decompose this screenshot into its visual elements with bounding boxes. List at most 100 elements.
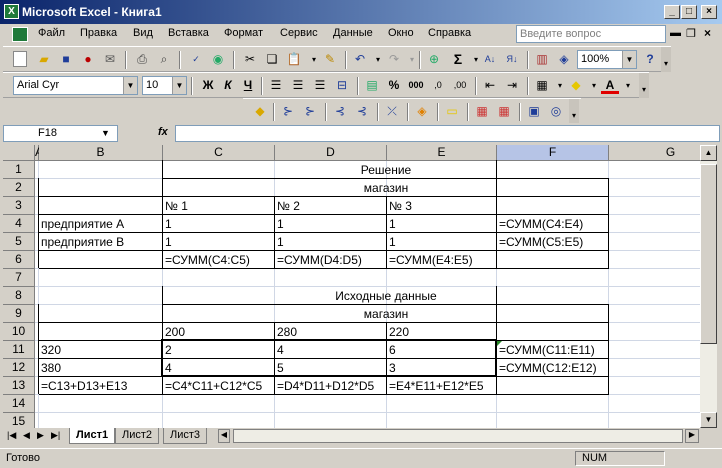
- menu-view[interactable]: Вид: [133, 27, 153, 39]
- row-header-3[interactable]: 3: [3, 197, 35, 215]
- row-header-8[interactable]: 8: [3, 287, 35, 305]
- row-header-15[interactable]: 15: [3, 413, 35, 428]
- menu-help[interactable]: Справка: [428, 27, 471, 39]
- decrease-decimal-icon[interactable]: ,00: [451, 77, 469, 94]
- cell-e5[interactable]: 1: [387, 233, 497, 251]
- row-header-10[interactable]: 10: [3, 323, 35, 341]
- cell-e6[interactable]: =СУММ(E4:E5): [387, 251, 497, 269]
- cell-e13[interactable]: =E4*E11+E12*E5: [387, 377, 497, 395]
- font-name-dropdown-icon[interactable]: ▼: [123, 77, 137, 94]
- open-icon[interactable]: ▰: [35, 51, 53, 68]
- remove-precedent-arrows-icon[interactable]: ⊱: [301, 103, 319, 120]
- currency-icon[interactable]: ▤: [363, 77, 381, 94]
- cut-icon[interactable]: ✂: [241, 51, 259, 68]
- cell-e4[interactable]: 1: [387, 215, 497, 233]
- scroll-thumb[interactable]: [700, 164, 717, 344]
- horizontal-scrollbar[interactable]: [233, 429, 683, 443]
- circle-invalid-data-icon[interactable]: ▦: [473, 103, 491, 120]
- cell-c4[interactable]: 1: [163, 215, 275, 233]
- font-color-icon[interactable]: A: [601, 77, 619, 94]
- cell-c1[interactable]: Решение: [163, 161, 609, 179]
- trace-dependents-icon[interactable]: ⊰: [331, 103, 349, 120]
- column-header-f[interactable]: F: [497, 145, 609, 161]
- row-header-1[interactable]: 1: [3, 161, 35, 179]
- increase-decimal-icon[interactable]: ,0: [429, 77, 447, 94]
- cell-d3[interactable]: № 2: [275, 197, 387, 215]
- doc-close-icon[interactable]: ×: [704, 26, 711, 40]
- cell-d13[interactable]: =D4*D11+D12*D5: [275, 377, 387, 395]
- font-size-select[interactable]: 10 ▼: [142, 76, 187, 95]
- new-comment-icon[interactable]: ▭: [443, 103, 461, 120]
- zoom-select[interactable]: 100% ▼: [577, 50, 637, 69]
- column-header-b[interactable]: B: [39, 145, 163, 161]
- font-name-select[interactable]: Arial Cyr ▼: [13, 76, 138, 95]
- evaluate-formula-icon[interactable]: ◎: [547, 103, 565, 120]
- cell-c2[interactable]: магазин: [163, 179, 609, 197]
- chart-wizard-icon[interactable]: ▥: [533, 51, 551, 68]
- cell-c11[interactable]: 2: [163, 341, 275, 359]
- paste-icon[interactable]: 📋: [285, 51, 303, 68]
- error-checking-icon[interactable]: ◆: [251, 103, 269, 120]
- cell-f5[interactable]: =СУММ(C5:E5): [497, 233, 609, 251]
- cell-d12[interactable]: 5: [275, 359, 387, 377]
- sheet-tab-2[interactable]: Лист2: [115, 428, 160, 444]
- row-header-11[interactable]: 11: [3, 341, 35, 359]
- cell-c12[interactable]: 4: [163, 359, 275, 377]
- select-all-corner[interactable]: [3, 145, 35, 161]
- help-icon[interactable]: ?: [641, 51, 659, 68]
- cell-c5[interactable]: 1: [163, 233, 275, 251]
- toolbar-options-icon[interactable]: ▾: [639, 73, 649, 98]
- cell-f11[interactable]: =СУММ(C11:E11): [497, 341, 609, 359]
- menu-file[interactable]: Файл: [38, 27, 65, 39]
- row-header-13[interactable]: 13: [3, 377, 35, 395]
- undo-icon[interactable]: ↶: [351, 51, 369, 68]
- cell-b12[interactable]: 380: [39, 359, 163, 377]
- first-sheet-icon[interactable]: |◀: [7, 430, 16, 441]
- maximize-button[interactable]: □: [681, 5, 697, 19]
- row-header-5[interactable]: 5: [3, 233, 35, 251]
- row-header-14[interactable]: 14: [3, 395, 35, 413]
- toolbar-options-icon[interactable]: ▾: [661, 47, 671, 72]
- research-icon[interactable]: ◉: [209, 51, 227, 68]
- remove-dependent-arrows-icon[interactable]: ⊰: [353, 103, 371, 120]
- menu-tools[interactable]: Сервис: [280, 27, 318, 39]
- doc-minimize-icon[interactable]: ▬: [670, 27, 681, 39]
- row-header-4[interactable]: 4: [3, 215, 35, 233]
- drawing-icon[interactable]: ◈: [555, 51, 573, 68]
- hyperlink-icon[interactable]: ⊕: [425, 51, 443, 68]
- font-size-dropdown-icon[interactable]: ▼: [172, 77, 186, 94]
- cell-c3[interactable]: № 1: [163, 197, 275, 215]
- cell-c10[interactable]: 200: [163, 323, 275, 341]
- row-header-2[interactable]: 2: [3, 179, 35, 197]
- menu-data[interactable]: Данные: [333, 27, 373, 39]
- decrease-indent-icon[interactable]: ⇤: [481, 77, 499, 94]
- save-icon[interactable]: ■: [57, 51, 75, 68]
- toolbar-options-icon[interactable]: ▾: [569, 99, 579, 124]
- formula-input[interactable]: [175, 125, 720, 142]
- remove-all-arrows-icon[interactable]: ⤫: [383, 103, 401, 120]
- format-painter-icon[interactable]: ✎: [321, 51, 339, 68]
- cell-b11[interactable]: 320: [39, 341, 163, 359]
- cell-c9[interactable]: магазин: [163, 305, 609, 323]
- autosum-icon[interactable]: Σ: [449, 51, 467, 68]
- menu-insert[interactable]: Вставка: [168, 27, 209, 39]
- prev-sheet-icon[interactable]: ◀: [23, 430, 30, 441]
- merge-center-icon[interactable]: ⊟: [333, 77, 351, 94]
- scroll-up-icon[interactable]: ▲: [700, 145, 717, 161]
- watch-window-icon[interactable]: ▣: [525, 103, 543, 120]
- sort-ascending-icon[interactable]: A↓: [481, 51, 499, 68]
- spreadsheet-grid[interactable]: ABCDEFG12345678910111213141516Решениемаг…: [3, 145, 700, 428]
- scroll-right-icon[interactable]: ▶: [685, 429, 699, 443]
- name-box-dropdown-icon[interactable]: ▼: [101, 128, 110, 138]
- column-header-e[interactable]: E: [387, 145, 497, 161]
- print-icon[interactable]: ⎙: [133, 51, 151, 68]
- close-button[interactable]: ×: [701, 5, 717, 19]
- cell-c13[interactable]: =C4*C11+C12*C5: [163, 377, 275, 395]
- cell-d11[interactable]: 4: [275, 341, 387, 359]
- menu-window[interactable]: Окно: [388, 27, 414, 39]
- minimize-button[interactable]: _: [664, 5, 680, 19]
- spelling-icon[interactable]: ✓: [187, 51, 205, 68]
- percent-icon[interactable]: %: [385, 77, 403, 94]
- cell-c8[interactable]: Исходные данные: [163, 287, 609, 305]
- vertical-scrollbar[interactable]: ▲ ▼: [700, 145, 717, 428]
